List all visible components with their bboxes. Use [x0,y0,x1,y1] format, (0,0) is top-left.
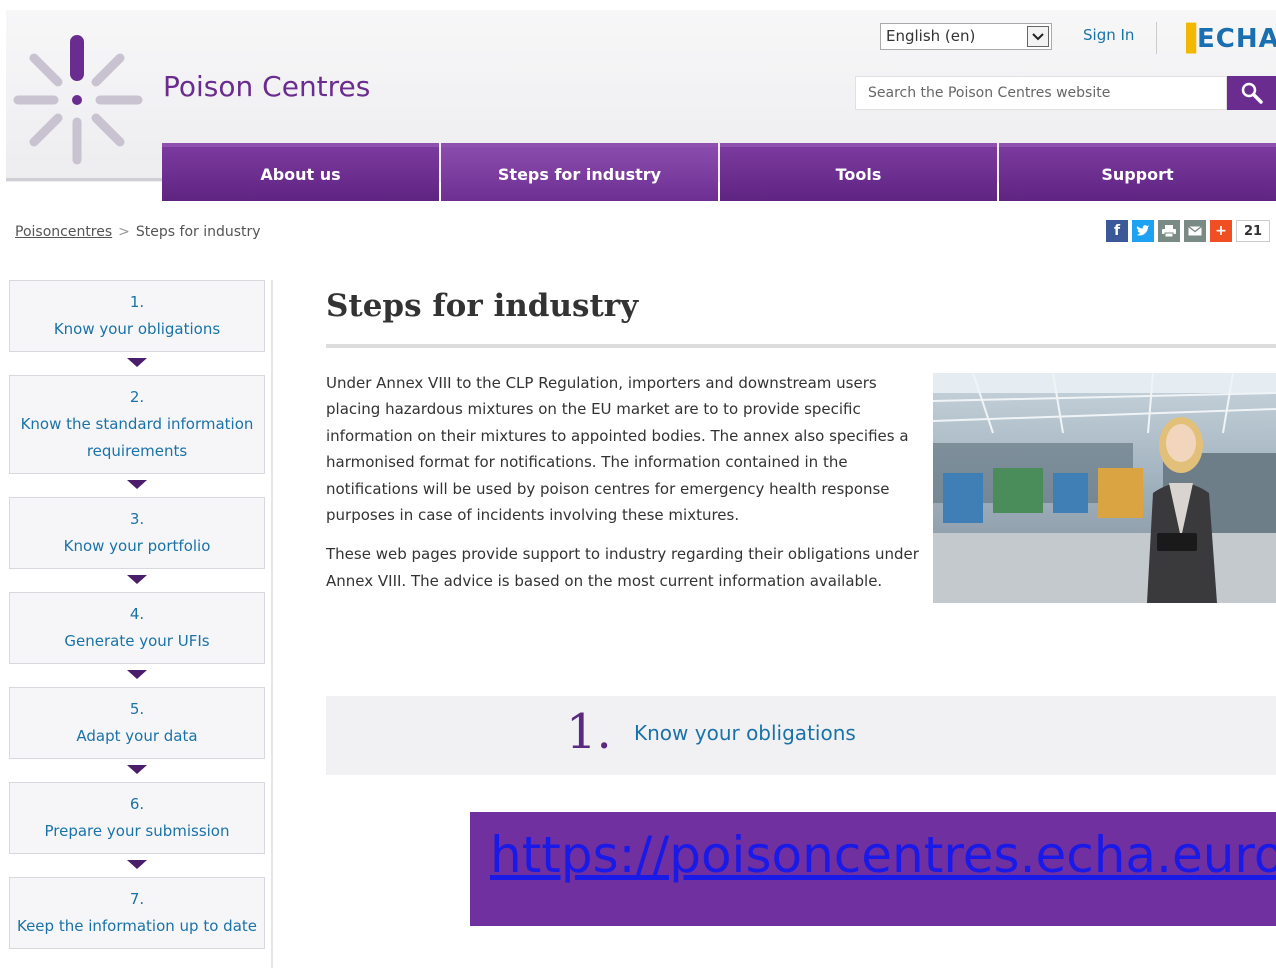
step-panel-number: 1. [566,704,612,760]
step-number: 2. [129,388,145,406]
main-nav: About us Steps for industry Tools Suppor… [162,143,1276,201]
sidebar-step-7[interactable]: 7. Keep the information up to date [9,877,265,949]
step-arrow-icon [127,480,147,489]
site-title[interactable]: Poison Centres [163,70,370,103]
sidebar-step-6[interactable]: 6. Prepare your submission [9,782,265,854]
language-select[interactable]: English (en) [880,23,1052,50]
step-number: 4. [129,605,145,623]
breadcrumb-current: Steps for industry [135,224,261,240]
intro-text: Under Annex VIII to the CLP Regulation, … [326,370,926,607]
intro-paragraph: These web pages provide support to indus… [326,545,919,590]
sidebar-step-1[interactable]: 1. Know your obligations [9,280,265,352]
language-select-value: English (en) [886,27,976,45]
breadcrumb-separator: > [118,224,130,240]
breadcrumb-home-link[interactable]: Poisoncentres [15,224,112,240]
step-arrow-icon [127,765,147,774]
facebook-icon[interactable]: f [1106,220,1128,242]
step-label: Adapt your data [76,727,198,745]
sidebar-step-2[interactable]: 2. Know the standard information require… [9,375,265,474]
step-number: 1. [129,293,145,311]
sidebar-step-3[interactable]: 3. Know your portfolio [9,497,265,569]
step-arrow-icon [127,358,147,367]
search-icon [1241,82,1263,104]
plus-icon[interactable]: + [1210,220,1232,242]
steps-sidebar: 1. Know your obligations 2. Know the sta… [9,280,265,949]
nav-item-support[interactable]: Support [999,143,1276,201]
header-divider [1156,22,1157,54]
email-icon[interactable] [1184,220,1206,242]
step-label: Generate your UFIs [64,632,210,650]
industry-photo [933,373,1276,603]
intro-paragraph: Under Annex VIII to the CLP Regulation, … [326,374,909,525]
share-count: 21 [1236,220,1270,242]
step-label: Know your portfolio [63,537,211,555]
step-arrow-icon [127,670,147,679]
url-banner: https://poisoncentres.echa.europa.eu [470,812,1276,926]
step-arrow-icon [127,860,147,869]
know-your-obligations-link[interactable]: Know your obligations [634,721,856,745]
sidebar-step-4[interactable]: 4. Generate your UFIs [9,592,265,664]
step-arrow-icon [127,575,147,584]
step-label: Know your obligations [53,320,221,338]
url-link[interactable]: https://poisoncentres.echa.europa.eu [490,826,1276,884]
step-number: 5. [129,700,145,718]
echa-logo-mark-icon: ▐ [1176,24,1197,54]
step-number: 6. [129,795,145,813]
step-label: Keep the information up to date [16,917,257,935]
poison-centres-logo-icon[interactable] [10,22,144,170]
nav-item-about-us[interactable]: About us [162,143,439,201]
sidebar-step-5[interactable]: 5. Adapt your data [9,687,265,759]
sidebar-divider [271,280,273,968]
page-title: Steps for industry [326,288,639,324]
twitter-icon[interactable] [1132,220,1154,242]
share-bar: f + 21 [1106,220,1270,242]
echa-logo[interactable]: ▐ECHA [1176,24,1276,54]
step-number: 3. [129,510,145,528]
sign-in-link[interactable]: Sign In [1083,26,1134,44]
print-icon[interactable] [1158,220,1180,242]
chevron-down-icon[interactable] [1027,26,1049,47]
nav-item-steps-for-industry[interactable]: Steps for industry [441,143,718,201]
search-input[interactable]: Search the Poison Centres website [855,76,1227,110]
step-1-panel: 1. Know your obligations [326,696,1276,775]
search-button[interactable] [1227,76,1276,110]
nav-item-tools[interactable]: Tools [720,143,997,201]
step-label: Know the standard information requiremen… [20,415,254,460]
step-number: 7. [129,890,145,908]
nav-shadow [6,178,162,181]
title-divider [326,344,1276,348]
step-label: Prepare your submission [44,822,230,840]
breadcrumb: Poisoncentres > Steps for industry [15,224,261,240]
